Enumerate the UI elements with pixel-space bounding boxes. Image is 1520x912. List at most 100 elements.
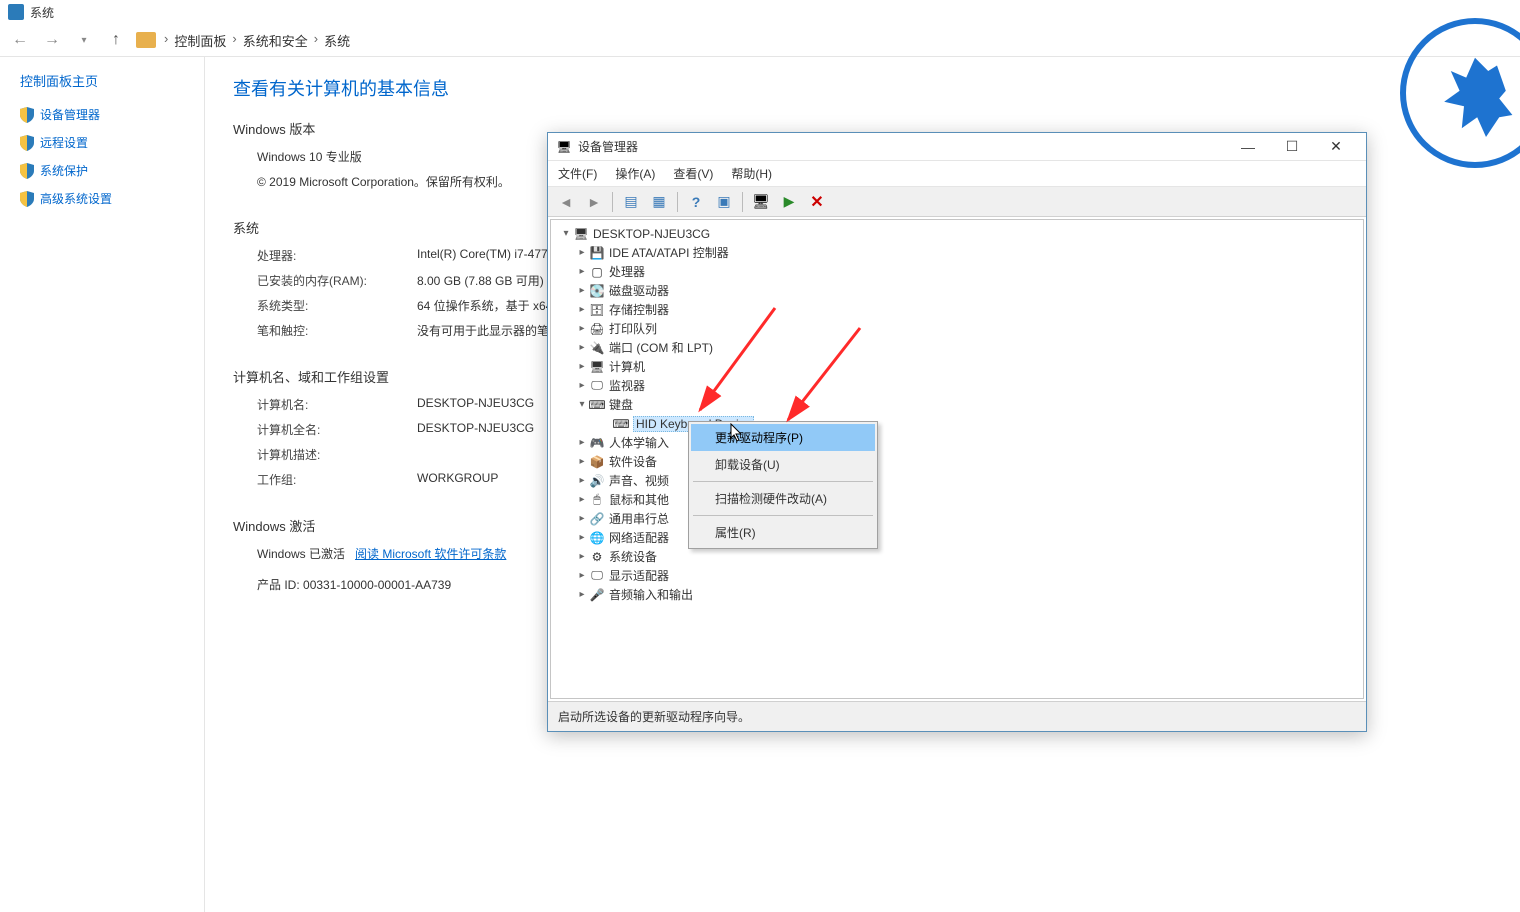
sidebar-item[interactable]: 设备管理器 <box>20 106 204 123</box>
chevron-right-icon[interactable]: ▸ <box>575 513 589 524</box>
sidebar-item[interactable]: 高级系统设置 <box>20 190 204 207</box>
uninstall-icon[interactable]: ▶ <box>777 191 801 213</box>
recent-dropdown-icon[interactable]: ▾ <box>72 28 96 52</box>
chevron-right-icon[interactable]: ▸ <box>575 342 589 353</box>
chevron-right-icon[interactable]: ▸ <box>575 304 589 315</box>
tree-node[interactable]: ▸🌐网络适配器 <box>559 528 1355 547</box>
menu-action[interactable]: 操作(A) <box>615 165 655 182</box>
tree-node[interactable]: ▸📦软件设备 <box>559 452 1355 471</box>
forward-icon[interactable]: → <box>40 28 64 52</box>
close-button[interactable]: ✕ <box>1314 133 1358 160</box>
tree-node[interactable]: ▸🗄存储控制器 <box>559 300 1355 319</box>
chevron-right-icon[interactable]: ▸ <box>575 551 589 562</box>
control-panel-home-link[interactable]: 控制面板主页 <box>20 71 204 90</box>
back-icon[interactable]: ◄ <box>554 191 578 213</box>
breadcrumb-item[interactable]: 控制面板 <box>174 31 226 50</box>
info-label: 系统类型: <box>257 297 417 314</box>
info-label: 计算机描述: <box>257 446 417 463</box>
tree-node[interactable]: ▸🔊声音、视频 <box>559 471 1355 490</box>
maximize-button[interactable]: ☐ <box>1270 133 1314 160</box>
context-menu-item[interactable]: 扫描检测硬件改动(A) <box>691 485 875 512</box>
chevron-right-icon[interactable]: ▸ <box>575 285 589 296</box>
chevron-down-icon[interactable]: ▾ <box>559 228 573 239</box>
tree-node-label: 端口 (COM 和 LPT) <box>609 339 713 356</box>
info-label: 已安装的内存(RAM): <box>257 272 417 289</box>
chevron-right-icon[interactable]: ▸ <box>575 361 589 372</box>
context-menu-item[interactable]: 属性(R) <box>691 519 875 546</box>
properties-icon[interactable]: ▦ <box>647 191 671 213</box>
tree-node[interactable]: ▸🔌端口 (COM 和 LPT) <box>559 338 1355 357</box>
chevron-right-icon[interactable]: ▸ <box>575 380 589 391</box>
tree-node-label: 音频输入和输出 <box>609 586 693 603</box>
back-icon[interactable]: ← <box>8 28 32 52</box>
tree-root-label: DESKTOP-NJEU3CG <box>593 227 710 241</box>
tree-node[interactable]: ▸🔗通用串行总 <box>559 509 1355 528</box>
activation-status: Windows 已激活 <box>257 545 345 562</box>
info-label: 笔和触控: <box>257 322 417 339</box>
info-value: DESKTOP-NJEU3CG <box>417 421 534 438</box>
tree-node-label: 存储控制器 <box>609 301 669 318</box>
shield-icon <box>20 135 34 151</box>
device-tree[interactable]: ▾ 🖥 DESKTOP-NJEU3CG ▸💾IDE ATA/ATAPI 控制器▸… <box>550 219 1364 699</box>
tree-node[interactable]: ▸▢处理器 <box>559 262 1355 281</box>
tree-leaf[interactable]: ⌨HID Keyboard Device <box>559 414 1355 433</box>
dm-titlebar[interactable]: 🖥 设备管理器 — ☐ ✕ <box>548 133 1366 161</box>
license-terms-link[interactable]: 阅读 Microsoft 软件许可条款 <box>355 545 506 562</box>
chevron-right-icon[interactable]: ▸ <box>575 532 589 543</box>
menu-help[interactable]: 帮助(H) <box>731 165 772 182</box>
separator <box>677 192 678 212</box>
mouse-icon: 🖱 <box>589 492 605 508</box>
sidebar-item[interactable]: 远程设置 <box>20 134 204 151</box>
tree-node[interactable]: ▸💾IDE ATA/ATAPI 控制器 <box>559 243 1355 262</box>
tree-node[interactable]: ▸🖱鼠标和其他 <box>559 490 1355 509</box>
breadcrumb[interactable]: › 控制面板 › 系统和安全 › 系统 <box>164 31 350 50</box>
minimize-button[interactable]: — <box>1226 133 1270 160</box>
chevron-right-icon[interactable]: ▸ <box>575 247 589 258</box>
forward-icon[interactable]: ► <box>582 191 606 213</box>
menu-view[interactable]: 查看(V) <box>673 165 713 182</box>
window-title: 系统 <box>30 4 54 21</box>
tree-node[interactable]: ▸🎤音频输入和输出 <box>559 585 1355 604</box>
chevron-down-icon[interactable]: ▾ <box>575 399 589 410</box>
chevron-right-icon[interactable]: ▸ <box>575 589 589 600</box>
tree-node[interactable]: ▸🖥计算机 <box>559 357 1355 376</box>
info-value: WORKGROUP <box>417 471 498 488</box>
info-value: 8.00 GB (7.88 GB 可用) <box>417 272 544 289</box>
up-icon[interactable]: ↑ <box>104 28 128 52</box>
tree-node[interactable]: ▸🖵显示适配器 <box>559 566 1355 585</box>
chevron-right-icon[interactable]: ▸ <box>575 570 589 581</box>
context-menu-item[interactable]: 卸载设备(U) <box>691 451 875 478</box>
usb-icon: 🔗 <box>589 511 605 527</box>
network-icon: 🌐 <box>589 530 605 546</box>
chevron-right-icon[interactable]: ▸ <box>575 494 589 505</box>
help-icon[interactable]: ? <box>684 191 708 213</box>
device-manager-window[interactable]: 🖥 设备管理器 — ☐ ✕ 文件(F) 操作(A) 查看(V) 帮助(H) ◄ … <box>547 132 1367 732</box>
chevron-right-icon[interactable]: ▸ <box>575 323 589 334</box>
chevron-right-icon[interactable]: ▸ <box>575 437 589 448</box>
context-menu[interactable]: 更新驱动程序(P)卸载设备(U) 扫描检测硬件改动(A) 属性(R) <box>688 421 878 549</box>
controller-icon: 💾 <box>589 245 605 261</box>
system-device-icon: ⚙ <box>589 549 605 565</box>
menu-file[interactable]: 文件(F) <box>558 165 597 182</box>
chevron-right-icon[interactable]: ▸ <box>575 456 589 467</box>
show-hidden-icon[interactable]: ▤ <box>619 191 643 213</box>
tree-node[interactable]: ▸🖨打印队列 <box>559 319 1355 338</box>
sidebar-item-label: 高级系统设置 <box>40 190 112 207</box>
tree-node[interactable]: ▸🎮人体学输入 <box>559 433 1355 452</box>
chevron-right-icon[interactable]: ▸ <box>575 475 589 486</box>
tree-root[interactable]: ▾ 🖥 DESKTOP-NJEU3CG <box>559 224 1355 243</box>
dm-menubar[interactable]: 文件(F) 操作(A) 查看(V) 帮助(H) <box>548 161 1366 187</box>
tree-node[interactable]: ▸⚙系统设备 <box>559 547 1355 566</box>
disable-icon[interactable]: ✕ <box>805 191 829 213</box>
info-label: 工作组: <box>257 471 417 488</box>
tree-node[interactable]: ▾⌨键盘 <box>559 395 1355 414</box>
chevron-right-icon[interactable]: ▸ <box>575 266 589 277</box>
tree-node[interactable]: ▸🖵监视器 <box>559 376 1355 395</box>
breadcrumb-item[interactable]: 系统 <box>324 31 350 50</box>
context-menu-item[interactable]: 更新驱动程序(P) <box>691 424 875 451</box>
breadcrumb-item[interactable]: 系统和安全 <box>243 31 308 50</box>
tree-node[interactable]: ▸💽磁盘驱动器 <box>559 281 1355 300</box>
update-driver-icon[interactable]: 🖥 <box>749 191 773 213</box>
sidebar-item[interactable]: 系统保护 <box>20 162 204 179</box>
scan-icon[interactable]: ▣ <box>712 191 736 213</box>
